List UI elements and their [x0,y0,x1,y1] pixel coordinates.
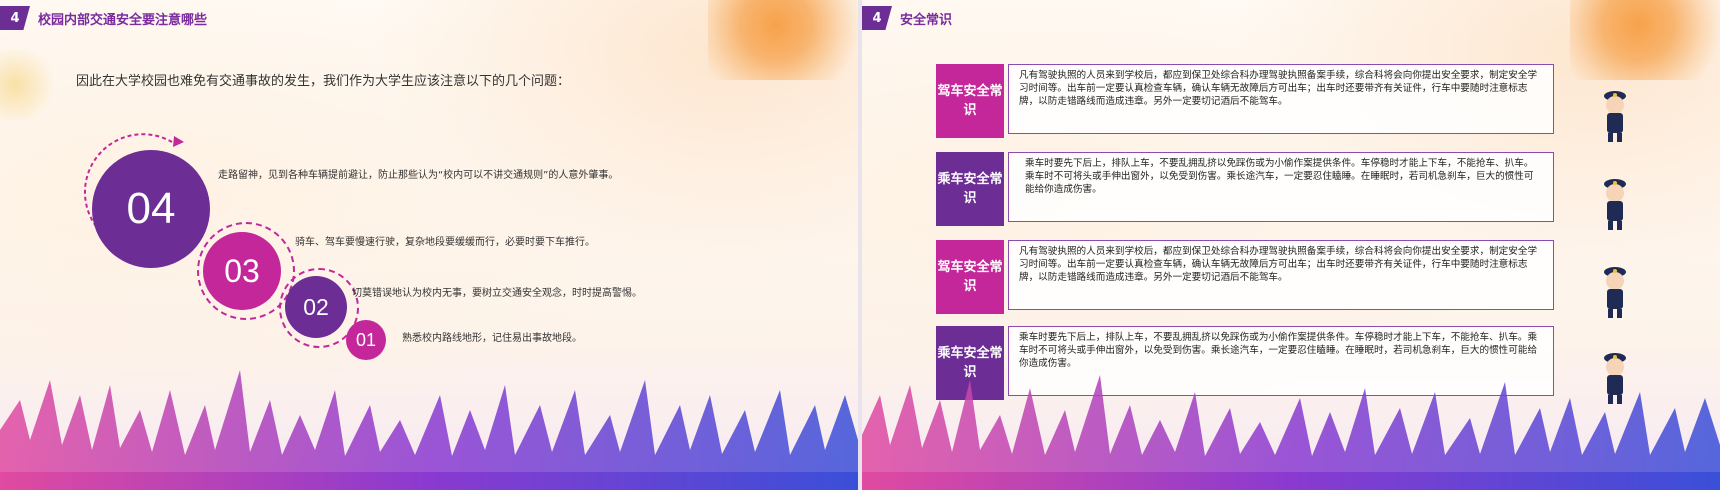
section-number: 4 [0,6,30,30]
item-01-text: 熟悉校内路线地形，记住易出事故地段。 [402,333,582,344]
item-04-circle: 04 [92,150,210,268]
safety-card: 乘车安全常识 乘车时要先下后上，排队上车，不要乱拥乱挤以免踩伤或为小偷作案提供条… [936,152,1676,226]
slide-header: 4 校园内部交通安全要注意哪些 [0,6,207,30]
intro-text: 因此在大学校园也难免有交通事故的发生，我们作为大学生应该注意以下的几个问题： [76,74,571,89]
item-04-text: 走路留神，见到各种车辆提前避让，防止那些认为“校内可以不讲交通规则”的人意外肇事… [218,170,619,181]
card-text: 凡有驾驶执照的人员来到学校后，都应到保卫处综合科办理驾驶执照备案手续，综合科将会… [1008,240,1554,310]
slide-header: 4 安全常识 [862,6,952,30]
paint-splash [0,50,60,120]
item-01-circle: 01 [346,320,386,360]
item-03-text: 骑车、驾车要慢速行驶，复杂地段要缓缓而行，必要时要下车推行。 [295,237,595,248]
safety-card: 驾车安全常识 凡有驾驶执照的人员来到学校后，都应到保卫处综合科办理驾驶执照备案手… [936,64,1676,138]
police-officer-icon [1604,267,1626,318]
police-officer-icon [1604,179,1626,230]
section-title: 安全常识 [900,12,953,28]
police-officer-icon [1604,91,1626,142]
card-label: 驾车安全常识 [936,64,1004,138]
item-02-circle: 02 [285,276,347,338]
item-03-circle: 03 [203,232,281,310]
card-label: 驾车安全常识 [936,240,1004,314]
safety-card: 驾车安全常识 凡有驾驶执照的人员来到学校后，都应到保卫处综合科办理驾驶执照备案手… [936,240,1676,314]
item-02-text: 切莫错误地认为校内无事，要树立交通安全观念，时时提高警惕。 [352,288,642,299]
card-label: 乘车安全常识 [936,152,1004,226]
card-text: 凡有驾驶执照的人员来到学校后，都应到保卫处综合科办理驾驶执照备案手续，综合科将会… [1008,64,1554,134]
section-title: 校园内部交通安全要注意哪些 [38,12,208,28]
paint-splash [708,0,858,80]
slide-stage: 4 校园内部交通安全要注意哪些 因此在大学校园也难免有交通事故的发生，我们作为大… [0,0,1720,490]
card-text: 乘车时要先下后上，排队上车，不要乱拥乱挤以免踩伤或为小偷作案提供条件。车停稳时才… [1008,152,1554,222]
grass-decoration [0,370,858,490]
slide-right: 4 安全常识 驾车安全常识 凡有驾驶执照的人员来到学校后，都应到保卫处综合科办理… [862,0,1720,490]
slide-left: 4 校园内部交通安全要注意哪些 因此在大学校园也难免有交通事故的发生，我们作为大… [0,0,858,490]
grass-decoration [862,375,1720,490]
section-number: 4 [862,6,892,30]
